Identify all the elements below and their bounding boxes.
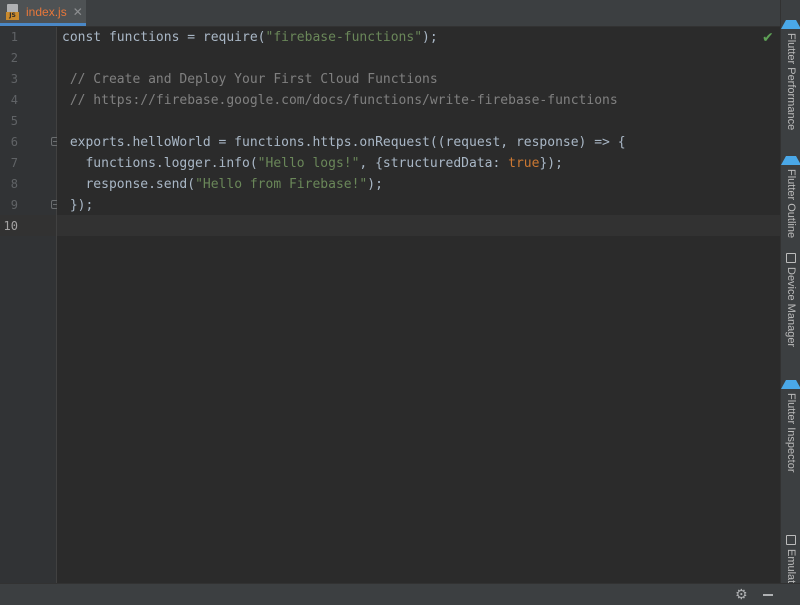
code-line[interactable]: exports.helloWorld = functions.https.onR… (62, 132, 626, 153)
flutter-icon (781, 370, 800, 389)
code-token: , {structuredData: (359, 156, 509, 171)
minimize-icon[interactable] (763, 594, 773, 596)
code-line[interactable]: }); (62, 195, 94, 216)
line-number: 3 (10, 72, 18, 86)
code-token: ); (367, 177, 383, 192)
tab-label: index.js (26, 4, 67, 19)
js-file-icon: JS (6, 3, 20, 20)
code-token: }); (539, 156, 563, 171)
line-number: 10 (3, 219, 18, 233)
device-icon (786, 253, 796, 263)
line-number-gutter[interactable]: 1 2 3 4 5 6 7 8 9 10 (0, 27, 60, 583)
right-tool-window-bar: Flutter Performance Flutter Outline Devi… (780, 0, 800, 593)
line-number: 9 (10, 198, 18, 212)
gear-icon[interactable]: ⚙ (735, 587, 748, 603)
code-token: // https://firebase.google.com/docs/func… (62, 93, 618, 108)
code-token: exports.helloWorld = functions.https.onR… (62, 135, 626, 150)
line-number: 6 (10, 135, 18, 149)
tool-label: Flutter Performance (785, 33, 797, 131)
checkmark-icon[interactable]: ✔ (762, 30, 774, 46)
code-line[interactable]: response.send("Hello from Firebase!"); (62, 174, 383, 195)
code-token: "Hello logs!" (257, 156, 360, 171)
code-line[interactable]: // Create and Deploy Your First Cloud Fu… (62, 69, 438, 90)
tool-flutter-inspector[interactable]: Flutter Inspector (781, 370, 800, 472)
code-token: // Create and Deploy Your First Cloud Fu… (62, 72, 438, 87)
current-line-highlight (57, 215, 780, 236)
code-token: ); (422, 30, 438, 45)
code-editor[interactable]: const functions = require("firebase-func… (57, 27, 780, 583)
code-token: }); (62, 198, 94, 213)
code-token: functions.logger.info( (62, 156, 258, 171)
bottom-tool-bar: ⚙ (0, 583, 800, 605)
flutter-icon (781, 10, 800, 29)
code-token: true (508, 156, 540, 171)
close-icon[interactable]: ✕ (73, 5, 83, 19)
code-line[interactable]: functions.logger.info("Hello logs!", {st… (62, 153, 563, 174)
code-line[interactable]: // https://firebase.google.com/docs/func… (62, 90, 618, 111)
flutter-icon (781, 146, 800, 165)
tool-label: Flutter Inspector (785, 393, 797, 473)
tool-label: Device Manager (785, 267, 797, 348)
tool-device-manager[interactable]: Device Manager (781, 253, 800, 347)
line-number: 4 (10, 93, 18, 107)
code-token: "Hello from Firebase!" (195, 177, 368, 192)
line-number: 2 (10, 51, 18, 65)
tab-index-js[interactable]: JS index.js ✕ (0, 0, 86, 26)
code-token: "firebase-functions" (265, 30, 423, 45)
code-token: response.send( (62, 177, 196, 192)
editor-tab-bar: JS index.js ✕ (0, 0, 780, 27)
tool-flutter-outline[interactable]: Flutter Outline (781, 146, 800, 238)
tool-flutter-performance[interactable]: Flutter Performance (781, 10, 800, 130)
js-file-badge: JS (6, 11, 19, 20)
tool-label: Flutter Outline (785, 169, 797, 239)
line-number: 5 (10, 114, 18, 128)
emulator-icon (786, 535, 796, 545)
code-token: const functions = require( (62, 30, 266, 45)
line-number: 8 (10, 177, 18, 191)
line-number: 1 (10, 30, 18, 44)
code-line[interactable]: const functions = require("firebase-func… (62, 27, 438, 48)
line-number: 7 (10, 156, 18, 170)
ide-window: JS index.js ✕ 1 2 3 4 5 6 7 8 9 10 const function… (0, 0, 800, 605)
